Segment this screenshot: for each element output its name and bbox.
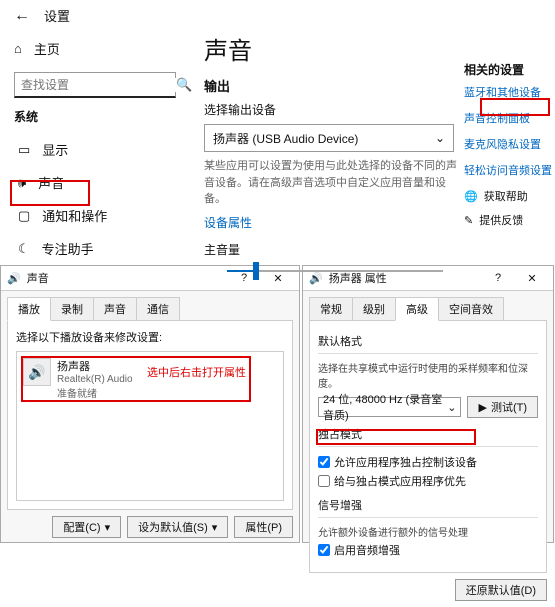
enhance-desc: 允许额外设备进行额外的信号处理 xyxy=(318,524,538,539)
configure-button[interactable]: 配置(C)▾ xyxy=(52,516,121,538)
enhance-label: 信号增强 xyxy=(318,497,538,513)
link-sound-control-panel[interactable]: 声音控制面板 xyxy=(464,110,555,126)
focus-icon: ☾ xyxy=(18,241,30,257)
dialog-title-sound: 声音 xyxy=(27,270,49,286)
sidebar: ⌂ 主页 🔍 系统 ▭ 显示 🕪 声音 ▢ 通知和操作 ☾ 专注助 xyxy=(0,27,190,282)
play-icon: ▶ xyxy=(478,401,486,414)
tab-spatial[interactable]: 空间音效 xyxy=(438,297,504,321)
feedback-link[interactable]: ✎ 提供反馈 xyxy=(464,212,555,228)
get-help-link[interactable]: 🌐 获取帮助 xyxy=(464,188,555,204)
back-icon[interactable]: ← xyxy=(14,7,30,25)
annotation-text: 选中后右击打开属性 xyxy=(147,364,246,380)
link-bluetooth[interactable]: 蓝牙和其他设备 xyxy=(464,84,555,100)
device-icon: 🔊 xyxy=(23,358,51,386)
restore-defaults-button[interactable]: 还原默认值(D) xyxy=(455,579,547,601)
speaker-icon: 🔊 xyxy=(309,272,323,285)
tab-levels[interactable]: 级别 xyxy=(352,297,396,321)
device-properties-link[interactable]: 设备属性 xyxy=(204,214,464,231)
dialog-title-speaker: 扬声器 属性 xyxy=(329,270,387,286)
help-icon: 🌐 xyxy=(464,190,478,203)
search-input[interactable]: 🔍 xyxy=(14,72,176,98)
volume-slider[interactable] xyxy=(227,270,443,272)
tab-recording[interactable]: 录制 xyxy=(50,297,94,321)
link-ease-audio[interactable]: 轻松访问音频设置 xyxy=(464,162,555,178)
tab-advanced[interactable]: 高级 xyxy=(395,297,439,321)
tab-playback[interactable]: 播放 xyxy=(7,297,51,321)
home-button[interactable]: ⌂ 主页 xyxy=(14,33,176,64)
chevron-down-icon: ⌄ xyxy=(435,131,445,145)
properties-button[interactable]: 属性(P) xyxy=(234,516,293,538)
choose-device-label: 选择输出设备 xyxy=(204,101,464,118)
home-icon: ⌂ xyxy=(14,41,22,56)
checkbox-exclusive-priority[interactable]: 给与独占模式应用程序优先 xyxy=(318,473,538,489)
sound-icon: 🕪 xyxy=(18,175,26,191)
nav-sound[interactable]: 🕪 声音 xyxy=(14,166,176,199)
format-select[interactable]: 24 位, 48000 Hz (录音室音质) ⌄ xyxy=(318,397,461,417)
close-icon[interactable]: ✕ xyxy=(517,272,547,285)
device-list[interactable]: 🔊 扬声器 Realtek(R) Audio 准备就绪 选中后右击打开属性 xyxy=(16,351,284,501)
close-icon[interactable]: ✕ xyxy=(263,272,293,285)
speaker-properties-dialog: 🔊 扬声器 属性 ? ✕ 常规 级别 高级 空间音效 默认格式 选择在共享模式中… xyxy=(302,265,554,543)
tab-communications[interactable]: 通信 xyxy=(136,297,180,321)
display-icon: ▭ xyxy=(18,142,30,158)
speaker-icon: 🔊 xyxy=(7,272,21,285)
feedback-icon: ✎ xyxy=(464,214,473,227)
output-description: 某些应用可以设置为使用与此处选择的设备不同的声音设备。请在高级声音选项中自定义应… xyxy=(204,158,464,208)
sound-dialog: 🔊 声音 ? ✕ 播放 录制 声音 通信 选择以下播放设备来修改设置: 🔊 扬声… xyxy=(0,265,300,543)
nav-notifications[interactable]: ▢ 通知和操作 xyxy=(14,199,176,232)
nav-focus[interactable]: ☾ 专注助手 xyxy=(14,232,176,265)
section-label: 系统 xyxy=(14,108,176,125)
chevron-down-icon: ▾ xyxy=(105,521,111,534)
volume-label: 主音量 xyxy=(204,241,464,258)
link-mic-privacy[interactable]: 麦克风隐私设置 xyxy=(464,136,555,152)
nav-display[interactable]: ▭ 显示 xyxy=(14,133,176,166)
help-icon[interactable]: ? xyxy=(483,272,513,285)
tab-sounds[interactable]: 声音 xyxy=(93,297,137,321)
checkbox-audio-enhance[interactable]: 启用音频增强 xyxy=(318,542,538,558)
output-heading: 输出 xyxy=(204,76,464,95)
output-device-select[interactable]: 扬声器 (USB Audio Device) ⌄ xyxy=(204,124,454,152)
tab-general[interactable]: 常规 xyxy=(309,297,353,321)
notifications-icon: ▢ xyxy=(18,208,30,224)
default-format-desc: 选择在共享模式中运行时使用的采样频率和位深度。 xyxy=(318,360,538,390)
default-format-label: 默认格式 xyxy=(318,333,538,349)
exclusive-label: 独占模式 xyxy=(318,426,538,442)
test-button[interactable]: ▶测试(T) xyxy=(467,396,538,418)
set-default-button[interactable]: 设为默认值(S)▾ xyxy=(127,516,228,538)
checkbox-exclusive-control[interactable]: 允许应用程序独占控制该设备 xyxy=(318,454,538,470)
page-title: 声音 xyxy=(204,31,464,66)
related-heading: 相关的设置 xyxy=(464,61,555,78)
chevron-down-icon: ▾ xyxy=(212,521,218,534)
list-label: 选择以下播放设备来修改设置: xyxy=(16,329,284,345)
settings-title: 设置 xyxy=(44,6,70,25)
chevron-down-icon: ⌄ xyxy=(447,401,456,414)
